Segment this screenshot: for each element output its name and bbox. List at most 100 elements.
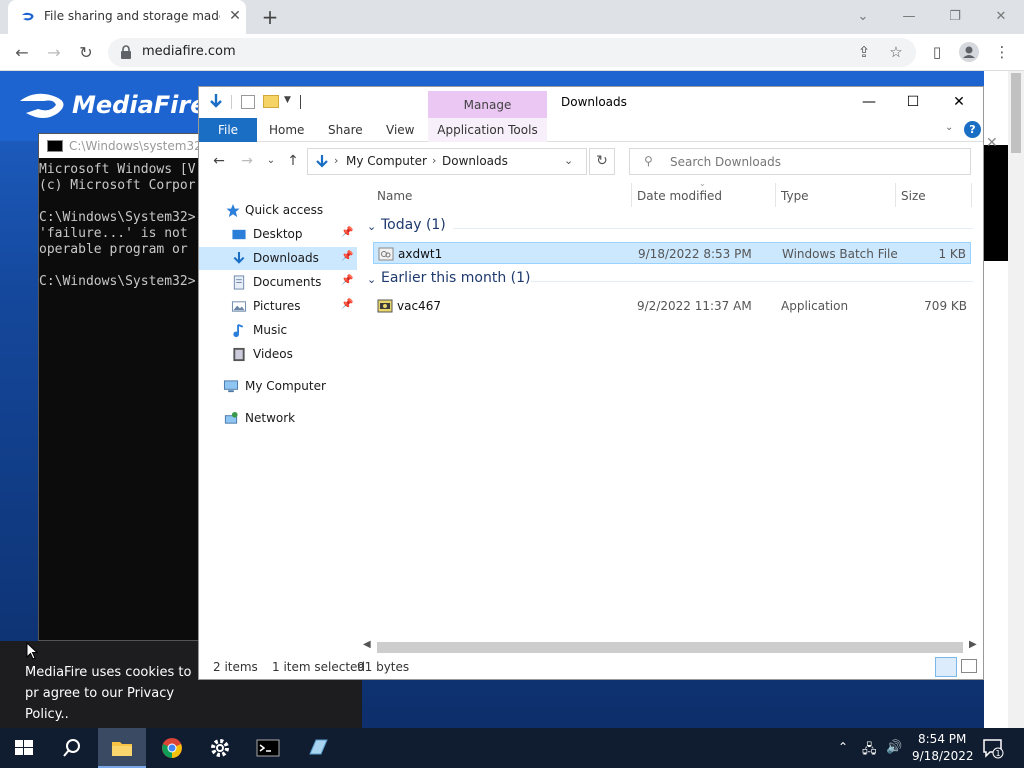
sidebar-item-pictures[interactable]: Pictures 📌 [199, 295, 357, 318]
share-icon[interactable]: ⇪ [854, 42, 874, 62]
tab-share[interactable]: Share [328, 123, 363, 137]
clock-time[interactable]: 8:54 PM [918, 732, 966, 746]
address-bar[interactable]: mediafire.com ⇪ ☆ [108, 38, 916, 67]
scroll-left-icon[interactable]: ◀ [363, 639, 371, 650]
sidebar-item-desktop[interactable]: Desktop 📌 [199, 223, 357, 246]
taskbar-settings[interactable] [196, 728, 244, 768]
sidebar-item-quick-access[interactable]: Quick access [199, 199, 357, 222]
breadcrumb-downloads[interactable]: Downloads [442, 154, 508, 168]
horizontal-scrollbar[interactable]: ◀ ▶ [359, 639, 983, 655]
column-divider[interactable] [631, 183, 632, 207]
column-header-type[interactable]: Type [781, 189, 809, 203]
column-header-date[interactable]: Date modified [637, 189, 722, 203]
qa-dropdown-icon[interactable]: ▼ [284, 95, 291, 105]
file-explorer-window[interactable]: ▼ Manage Downloads — ☐ ✕ File Home Share… [198, 86, 984, 680]
back-arrow-icon[interactable]: ← [209, 151, 229, 171]
sidebar-item-network[interactable]: Network [199, 407, 357, 430]
search-input[interactable]: ⚲ Search Downloads [629, 148, 971, 175]
new-tab-button[interactable]: + [258, 5, 282, 29]
page-scrollbar[interactable] [1008, 71, 1024, 728]
expand-ribbon-chevron-icon[interactable]: ⌄ [945, 122, 953, 133]
column-divider[interactable] [775, 183, 776, 207]
show-hidden-icons-icon[interactable]: ⌃ [838, 740, 848, 754]
back-arrow-icon[interactable]: ← [10, 41, 34, 65]
tab-home[interactable]: Home [269, 123, 304, 137]
forward-arrow-icon[interactable]: → [42, 41, 66, 65]
search-button[interactable] [48, 728, 96, 768]
taskbar-notepad[interactable] [294, 728, 342, 768]
volume-icon[interactable]: 🔊 [886, 740, 902, 755]
browser-tab[interactable]: File sharing and storage made simple ✕ [8, 0, 246, 34]
clock-date[interactable]: 9/18/2022 [912, 749, 974, 763]
column-header-size[interactable]: Size [901, 189, 926, 203]
menu-kebab-icon[interactable]: ⋮ [992, 42, 1012, 62]
tab-application-tools[interactable]: Application Tools [428, 118, 547, 142]
properties-icon[interactable] [241, 95, 255, 109]
file-row[interactable]: axdwt1 9/18/2022 8:53 PM Windows Batch F… [373, 242, 971, 264]
file-row[interactable]: vac467 9/2/2022 11:37 AM Application 709… [373, 295, 971, 317]
sidebar-item-videos[interactable]: Videos [199, 343, 357, 366]
manage-contextual-tab[interactable]: Manage [428, 91, 547, 118]
group-header-earlier-this-month[interactable]: ⌄ Earlier this month (1) [365, 270, 973, 292]
column-divider[interactable] [971, 183, 972, 207]
collapse-chevron-icon[interactable]: ⌄ [367, 220, 376, 233]
minimize-icon[interactable]: — [886, 4, 932, 30]
explorer-address-bar[interactable]: › My Computer › Downloads ⌄ [307, 148, 587, 175]
collapse-chevron-icon[interactable]: ⌄ [367, 273, 376, 286]
sidebar-item-documents[interactable]: Documents 📌 [199, 271, 357, 294]
mediafire-logo-text[interactable]: MediaFire [72, 91, 207, 119]
reload-icon[interactable]: ↻ [74, 41, 98, 65]
pin-icon[interactable]: 📌 [341, 227, 353, 238]
breadcrumb-my-computer[interactable]: My Computer [346, 154, 427, 168]
maximize-icon[interactable]: ☐ [891, 91, 935, 113]
up-arrow-icon[interactable]: ↑ [283, 151, 303, 171]
tab-view[interactable]: View [386, 123, 414, 137]
sidebar-item-music[interactable]: Music [199, 319, 357, 342]
breadcrumb-separator-icon[interactable]: › [334, 154, 338, 167]
breadcrumb-separator-icon[interactable]: › [432, 154, 436, 167]
sidebar-item-my-computer[interactable]: My Computer [199, 375, 357, 398]
horizontal-scrollbar-thumb[interactable] [377, 642, 963, 653]
tab-close-icon[interactable]: ✕ [226, 7, 244, 25]
minimize-icon[interactable]: — [847, 91, 891, 113]
panel-close-icon[interactable]: ✕ [986, 135, 998, 151]
taskbar-file-explorer[interactable] [98, 728, 146, 768]
large-icons-view-icon[interactable] [961, 659, 977, 673]
cmd-titlebar[interactable]: C:\Windows\system32\cmd.exe [39, 134, 207, 158]
lock-icon [121, 45, 131, 59]
column-header-name[interactable]: Name [377, 189, 412, 203]
pin-icon[interactable]: 📌 [341, 275, 353, 286]
pin-icon[interactable]: 📌 [341, 299, 353, 310]
close-icon[interactable]: ✕ [937, 91, 981, 113]
taskbar-chrome[interactable] [148, 728, 196, 768]
forward-arrow-icon[interactable]: → [237, 151, 257, 171]
profile-avatar-icon[interactable] [959, 42, 979, 62]
new-folder-icon[interactable] [263, 95, 279, 108]
tab-search-chevron-icon[interactable]: ⌄ [840, 4, 886, 30]
scroll-right-icon[interactable]: ▶ [969, 639, 977, 650]
taskbar-cmd[interactable] [244, 728, 292, 768]
restore-icon[interactable]: ❐ [932, 4, 978, 30]
download-arrow-icon[interactable] [207, 93, 225, 111]
notification-center-icon[interactable]: 1 [982, 737, 1004, 759]
group-header-today[interactable]: ⌄ Today (1) [365, 217, 973, 239]
bookmark-star-icon[interactable]: ☆ [886, 42, 906, 62]
tab-file[interactable]: File [199, 118, 257, 142]
help-icon[interactable]: ? [964, 121, 981, 138]
cmd-output[interactable]: Microsoft Windows [V (c) Microsoft Corpo… [39, 162, 207, 290]
mediafire-logo-icon[interactable] [18, 89, 70, 123]
cmd-window[interactable]: C:\Windows\system32\cmd.exe Microsoft Wi… [38, 133, 208, 641]
column-divider[interactable] [895, 183, 896, 207]
close-window-icon[interactable]: ✕ [978, 4, 1024, 30]
refresh-icon[interactable]: ↻ [589, 148, 615, 175]
details-view-icon[interactable] [935, 657, 957, 677]
explorer-titlebar[interactable]: ▼ Manage Downloads — ☐ ✕ [199, 87, 983, 118]
side-panel-icon[interactable]: ▯ [927, 42, 947, 62]
page-scrollbar-thumb[interactable] [1011, 73, 1021, 153]
start-button[interactable] [0, 728, 48, 768]
address-dropdown-icon[interactable]: ⌄ [564, 154, 573, 167]
recent-locations-chevron-icon[interactable]: ⌄ [261, 151, 281, 171]
sidebar-item-downloads[interactable]: Downloads 📌 [199, 247, 357, 270]
pin-icon[interactable]: 📌 [341, 251, 353, 262]
network-tray-icon[interactable]: 🖧 [862, 740, 877, 762]
